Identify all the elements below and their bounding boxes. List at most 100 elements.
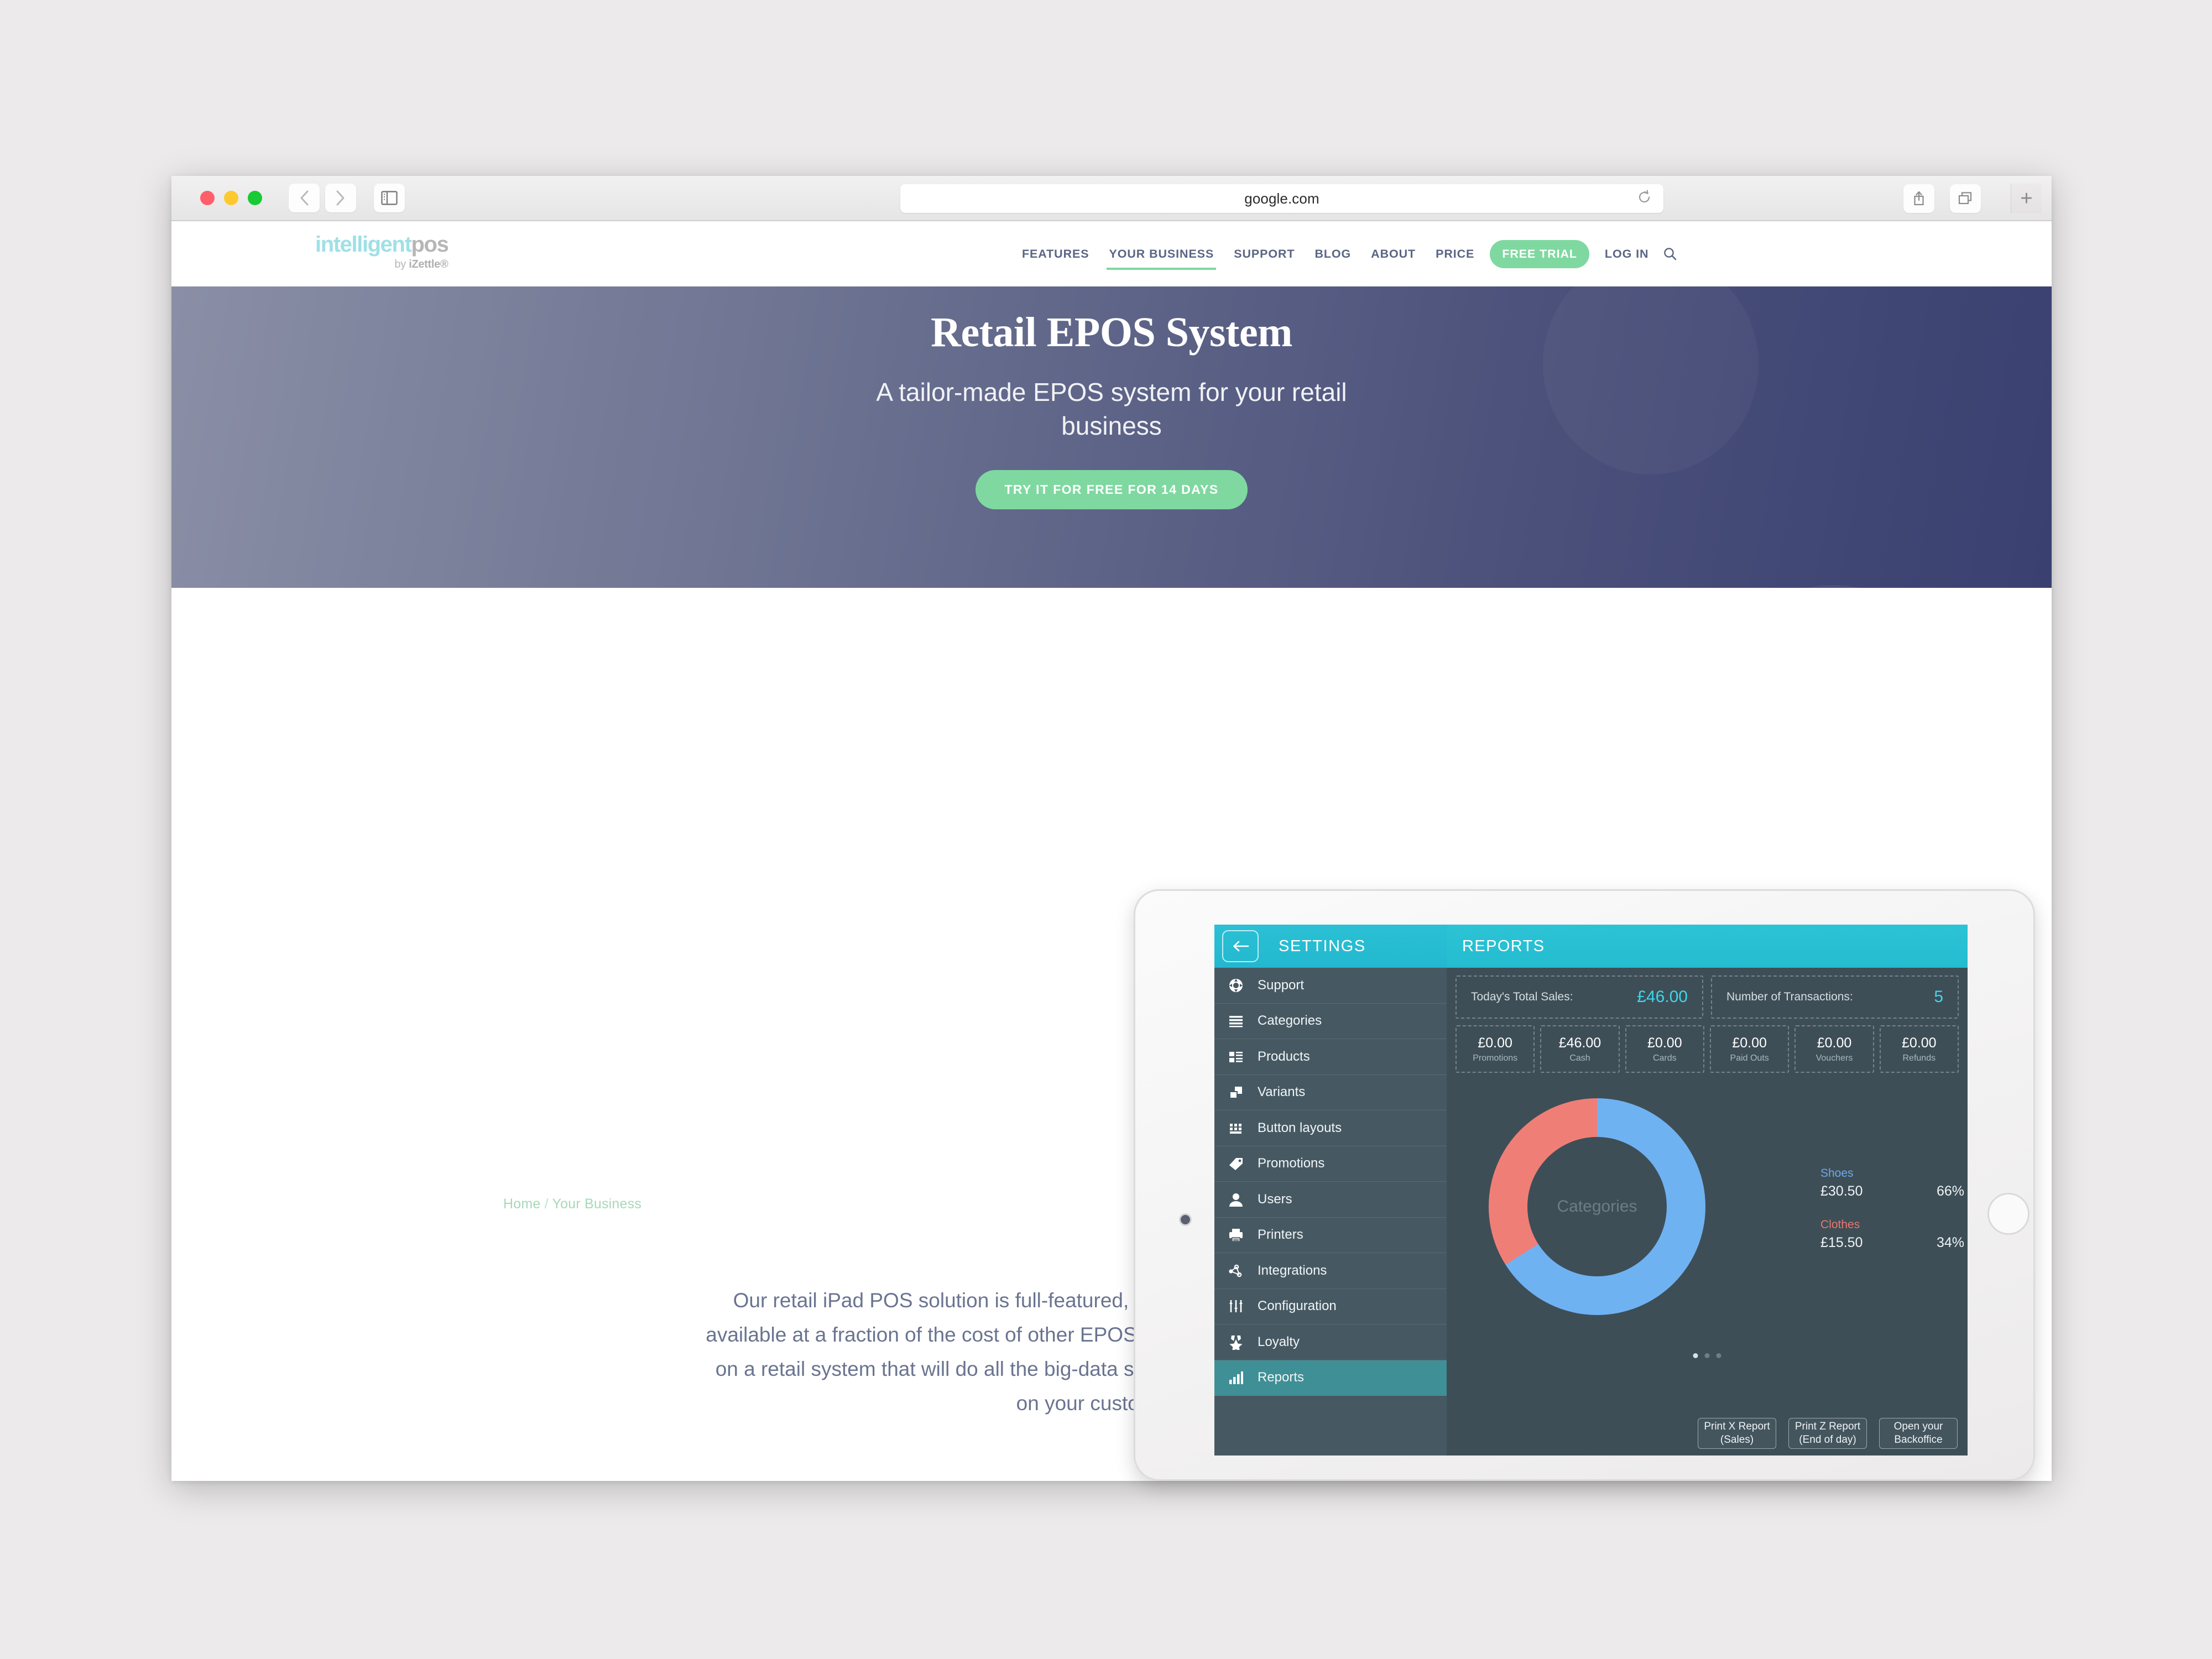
legend-value: £30.50 <box>1820 1183 1863 1199</box>
button-line-2: (Sales) <box>1720 1434 1754 1446</box>
free-trial-button[interactable]: FREE TRIAL <box>1490 239 1589 268</box>
logo-subtitle-brand: iZettle® <box>409 258 448 270</box>
stat-tile-vouchers: £0.00 Vouchers <box>1794 1025 1874 1073</box>
logo-text-secondary: pos <box>411 232 449 257</box>
stat-label: Refunds <box>1902 1053 1936 1063</box>
chevron-right-icon <box>336 190 345 206</box>
stat-tile-paid-outs: £0.00 Paid Outs <box>1709 1025 1790 1073</box>
categories-chart: Categories Shoes £30.50 66% Clothes £15.… <box>1455 1078 1964 1371</box>
donut-chart: Categories <box>1489 1098 1705 1315</box>
button-line-2: (End of day) <box>1799 1434 1856 1446</box>
sidebar-item-label: Support <box>1258 977 1305 993</box>
nav-item-login[interactable]: LOG IN <box>1595 221 1658 286</box>
back-button[interactable] <box>1222 930 1259 962</box>
stat-value: £0.00 <box>1902 1035 1937 1051</box>
button-line-2: Backoffice <box>1894 1434 1943 1446</box>
sidebar-item-button-layouts[interactable]: Button layouts <box>1214 1110 1447 1146</box>
maximize-window-button[interactable] <box>248 191 262 205</box>
reload-arrow-icon <box>1639 190 1650 203</box>
tag-icon <box>1227 1154 1245 1173</box>
sidebar-item-support[interactable]: Support <box>1214 968 1447 1004</box>
open-backoffice-button[interactable]: Open your Backoffice <box>1879 1418 1958 1449</box>
back-button[interactable] <box>289 184 320 212</box>
sidebar-item-printers[interactable]: Printers <box>1214 1218 1447 1253</box>
nav-item-price[interactable]: PRICE <box>1426 221 1484 286</box>
search-icon[interactable] <box>1663 247 1677 261</box>
stat-tile-cards: £0.00 Cards <box>1625 1025 1704 1073</box>
carousel-pager[interactable] <box>1693 1353 1721 1358</box>
legend-series-name: Shoes <box>1820 1167 1854 1180</box>
sidebar-toggle-button[interactable] <box>374 184 405 212</box>
stat-label: Paid Outs <box>1730 1053 1769 1063</box>
minimize-window-button[interactable] <box>224 191 238 205</box>
carousel-dot[interactable] <box>1693 1353 1698 1358</box>
button-line-1: Print Z Report <box>1794 1421 1861 1433</box>
print-z-report-button[interactable]: Print Z Report (End of day) <box>1788 1418 1867 1449</box>
reports-panel: Today's Total Sales: £46.00 Number of Tr… <box>1447 968 1968 1455</box>
nav-item-your-business[interactable]: YOUR BUSINESS <box>1099 221 1224 286</box>
breadcrumb-separator: / <box>544 1196 549 1212</box>
new-tab-button[interactable]: + <box>2011 184 2042 213</box>
reports-title: REPORTS <box>1462 937 1545 955</box>
stat-tile-cash: £46.00 Cash <box>1540 1025 1620 1073</box>
logo-wordmark: intelligentpos <box>315 232 449 257</box>
breadcrumb-home-link[interactable]: Home <box>503 1196 541 1212</box>
carousel-dot[interactable] <box>1704 1353 1710 1358</box>
nodes-network-icon <box>1227 1261 1245 1280</box>
nav-item-support[interactable]: SUPPORT <box>1224 221 1305 286</box>
sidebar-item-users[interactable]: Users <box>1214 1182 1447 1218</box>
ipad-home-button[interactable] <box>1987 1193 2030 1235</box>
sidebar-item-label: Loyalty <box>1258 1334 1300 1349</box>
sidebar-item-loyalty[interactable]: Loyalty <box>1214 1324 1447 1360</box>
nav-item-about[interactable]: ABOUT <box>1361 221 1426 286</box>
stat-label: Promotions <box>1473 1053 1518 1063</box>
sidebar-item-label: Variants <box>1258 1084 1306 1100</box>
legend-value: £15.50 <box>1820 1235 1863 1250</box>
stat-tile-row: £0.00 Promotions £46.00 Cash £0.00 Cards… <box>1455 1025 1959 1073</box>
hero-title: Retail EPOS System <box>931 309 1292 356</box>
site-logo[interactable]: intelligentpos by iZettle® <box>315 232 449 271</box>
chevron-left-icon <box>300 190 309 206</box>
stat-value: £0.00 <box>1817 1035 1852 1051</box>
sidebar-item-label: Reports <box>1258 1370 1305 1385</box>
main-navigation: FEATURES YOUR BUSINESS SUPPORT BLOG ABOU… <box>1012 221 1677 286</box>
sidebar-item-categories[interactable]: Categories <box>1214 1004 1447 1039</box>
nav-item-blog[interactable]: BLOG <box>1305 221 1361 286</box>
hero-cta-button[interactable]: TRY IT FOR FREE FOR 14 DAYS <box>975 470 1248 510</box>
ipad-camera <box>1181 1215 1190 1224</box>
toolbar-right-buttons <box>1903 184 1981 213</box>
keypad-grid-icon <box>1227 1119 1245 1138</box>
button-line-1: Print X Report <box>1704 1421 1770 1433</box>
share-button[interactable] <box>1903 184 1934 213</box>
chart-legend: Shoes £30.50 66% Clothes £15.50 34% <box>1820 1167 1968 1270</box>
breadcrumb-current: Your Business <box>552 1196 642 1212</box>
sidebar-item-promotions[interactable]: Promotions <box>1214 1146 1447 1182</box>
user-icon <box>1227 1190 1245 1209</box>
legend-percent: 66% <box>1936 1183 1964 1199</box>
donut-center-label: Categories <box>1557 1197 1637 1215</box>
nav-item-features[interactable]: FEATURES <box>1012 221 1099 286</box>
address-bar[interactable]: google.com <box>900 184 1663 213</box>
sidebar-item-integrations[interactable]: Integrations <box>1214 1253 1447 1289</box>
list-lines-icon <box>1227 1011 1245 1030</box>
app-body: Support Categories Products Variants But… <box>1214 968 1968 1455</box>
forward-button[interactable] <box>325 184 356 212</box>
stat-value: £46.00 <box>1558 1035 1601 1051</box>
stat-value: £0.00 <box>1647 1035 1682 1051</box>
sidebar-item-variants[interactable]: Variants <box>1214 1075 1447 1110</box>
url-text: google.com <box>1244 190 1319 207</box>
donut-hole: Categories <box>1527 1137 1667 1276</box>
close-window-button[interactable] <box>200 191 215 205</box>
sidebar-item-reports[interactable]: Reports <box>1214 1360 1447 1396</box>
tab-overview-button[interactable] <box>1950 184 1981 213</box>
print-x-report-button[interactable]: Print X Report (Sales) <box>1698 1418 1776 1449</box>
site-header: intelligentpos by iZettle® FEATURES YOUR… <box>171 221 2052 286</box>
reload-icon[interactable] <box>1638 190 1651 207</box>
browser-toolbar: google.com + <box>171 176 2052 221</box>
sidebar-item-configuration[interactable]: Configuration <box>1214 1289 1447 1324</box>
hero-subtitle: A tailor-made EPOS system for your retai… <box>876 378 1347 440</box>
carousel-dot[interactable] <box>1716 1353 1721 1358</box>
logo-subtitle-prefix: by <box>394 258 409 270</box>
copy-tabs-icon <box>1958 192 1972 205</box>
sidebar-item-products[interactable]: Products <box>1214 1039 1447 1075</box>
